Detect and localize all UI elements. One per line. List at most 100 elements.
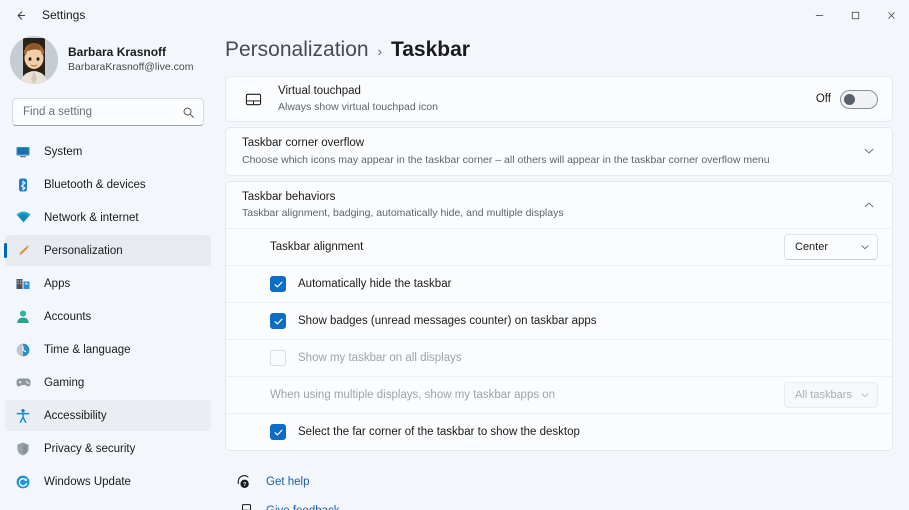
time-language-icon [14, 341, 32, 359]
auto-hide-taskbar-row[interactable]: Automatically hide the taskbar [226, 265, 892, 302]
sidebar-item-label: Accessibility [44, 409, 107, 422]
sidebar-item-gaming[interactable]: Gaming [5, 367, 211, 398]
sidebar-item-label: Accounts [44, 310, 92, 323]
bluetooth-icon [14, 176, 32, 194]
accessibility-icon [14, 407, 32, 425]
multiple-displays-label: When using multiple displays, show my ta… [270, 389, 556, 402]
sidebar-item-system[interactable]: System [5, 136, 211, 167]
back-button[interactable] [6, 3, 34, 27]
sidebar-item-label: System [44, 145, 83, 158]
show-badges-row[interactable]: Show badges (unread messages counter) on… [226, 302, 892, 339]
check-icon [274, 429, 282, 436]
sidebar-item-privacy-security[interactable]: Privacy & security [5, 433, 211, 464]
title-bar: Settings [0, 0, 909, 30]
account-email: BarbaraKrasnoff@live.com [68, 61, 194, 74]
sidebar-item-label: Personalization [44, 244, 123, 257]
sidebar-item-apps[interactable]: Apps [5, 268, 211, 299]
virtual-touchpad-subtitle: Always show virtual touchpad icon [278, 101, 438, 114]
far-corner-desktop-checkbox[interactable] [270, 424, 286, 441]
sidebar-item-label: Privacy & security [44, 442, 136, 455]
close-button[interactable] [873, 0, 909, 30]
sidebar-item-label: Bluetooth & devices [44, 178, 146, 191]
sidebar-item-accounts[interactable]: Accounts [5, 301, 211, 332]
breadcrumb-separator: › [377, 44, 382, 59]
account-block[interactable]: Barbara Krasnoff BarbaraKrasnoff@live.co… [0, 30, 216, 92]
windows-update-icon [14, 473, 32, 491]
sidebar-item-accessibility[interactable]: Accessibility [5, 400, 211, 431]
svg-text:?: ? [243, 482, 246, 488]
toggle-state-label: Off [815, 93, 831, 105]
account-text: Barbara Krasnoff BarbaraKrasnoff@live.co… [68, 45, 193, 74]
window-controls [801, 0, 909, 30]
gaming-icon [14, 374, 32, 392]
window-title: Settings [42, 8, 86, 22]
taskbar-corner-overflow-title: Taskbar corner overflow [242, 137, 365, 149]
sidebar-item-label: Windows Update [44, 475, 131, 488]
virtual-touchpad-text: Virtual touchpad Always show virtual tou… [278, 84, 816, 115]
taskbar-corner-overflow-card[interactable]: Taskbar corner overflow Choose which ico… [225, 127, 893, 176]
sidebar: Barbara Krasnoff BarbaraKrasnoff@live.co… [0, 30, 216, 510]
taskbar-corner-overflow-subtitle: Choose which icons may appear in the tas… [242, 153, 770, 166]
sidebar-item-network-internet[interactable]: Network & internet [5, 202, 211, 233]
taskbar-corner-overflow-text: Taskbar corner overflow Choose which ico… [242, 136, 856, 167]
check-icon [274, 318, 282, 325]
multiple-displays-row: When using multiple displays, show my ta… [226, 376, 892, 413]
chevron-down-icon [860, 242, 870, 252]
virtual-touchpad-toggle[interactable] [840, 89, 878, 109]
virtual-touchpad-control: Off [815, 89, 878, 109]
check-icon [274, 281, 282, 288]
sidebar-item-personalization[interactable]: Personalization [4, 235, 211, 266]
minimize-icon [815, 14, 823, 16]
sidebar-item-bluetooth-devices[interactable]: Bluetooth & devices [5, 169, 211, 200]
personalization-icon [14, 242, 32, 260]
virtual-touchpad-title: Virtual touchpad [278, 84, 361, 97]
network-icon [14, 209, 32, 227]
sidebar-item-label: Gaming [44, 376, 85, 389]
taskbar-behaviors-card: Taskbar behaviors Taskbar alignment, bad… [225, 180, 893, 452]
minimize-button[interactable] [801, 0, 837, 30]
virtual-touchpad-row[interactable]: Virtual touchpad Always show virtual tou… [226, 77, 892, 121]
back-arrow-icon [17, 10, 25, 20]
help-icon: ? [234, 474, 254, 490]
chevron-down-icon[interactable] [856, 138, 882, 164]
taskbar-corner-overflow-header[interactable]: Taskbar corner overflow Choose which ico… [226, 128, 892, 175]
show-badges-label: Show badges (unread messages counter) on… [298, 315, 597, 328]
touchpad-icon [242, 91, 264, 108]
user-avatar-icon [10, 36, 58, 84]
show-badges-checkbox[interactable] [270, 313, 286, 330]
taskbar-alignment-value: Center [795, 241, 829, 254]
chevron-down-icon [860, 390, 870, 400]
breadcrumb-parent[interactable]: Personalization [225, 38, 369, 62]
show-taskbar-all-displays-label: Show my taskbar on all displays [298, 352, 462, 365]
give-feedback-link[interactable]: Give feedback [234, 499, 893, 510]
far-corner-desktop-row[interactable]: Select the far corner of the taskbar to … [226, 413, 892, 450]
auto-hide-taskbar-label: Automatically hide the taskbar [298, 278, 452, 291]
chevron-up-icon[interactable] [856, 192, 882, 218]
close-icon [887, 11, 895, 19]
taskbar-alignment-select[interactable]: Center [784, 234, 878, 261]
search-input[interactable] [23, 106, 182, 118]
toggle-knob [844, 93, 855, 105]
footer-links: ? Get help [225, 456, 893, 510]
sidebar-nav: System Bluetooth & devices Network & int… [0, 136, 216, 504]
taskbar-behaviors-title: Taskbar behaviors [242, 190, 336, 203]
sidebar-item-windows-update[interactable]: Windows Update [5, 466, 211, 497]
maximize-button[interactable] [837, 0, 873, 30]
apps-icon [14, 275, 32, 293]
accounts-icon [14, 308, 32, 326]
sidebar-item-time-language[interactable]: Time & language [5, 334, 211, 365]
get-help-link[interactable]: ? Get help [234, 470, 893, 494]
taskbar-alignment-row: Taskbar alignment Center [226, 228, 892, 265]
account-name: Barbara Krasnoff [68, 45, 167, 60]
system-icon [14, 143, 32, 161]
auto-hide-taskbar-checkbox[interactable] [270, 276, 286, 293]
search-box[interactable] [12, 98, 204, 126]
search-icon [182, 106, 195, 119]
taskbar-behaviors-header[interactable]: Taskbar behaviors Taskbar alignment, bad… [226, 182, 892, 229]
settings-list: Virtual touchpad Always show virtual tou… [225, 76, 893, 510]
taskbar-alignment-label: Taskbar alignment [270, 241, 364, 254]
show-taskbar-all-displays-checkbox [270, 350, 286, 367]
multiple-displays-select: All taskbars [784, 382, 878, 409]
taskbar-behaviors-subtitle: Taskbar alignment, badging, automaticall… [242, 207, 564, 220]
sidebar-item-label: Apps [44, 277, 71, 290]
